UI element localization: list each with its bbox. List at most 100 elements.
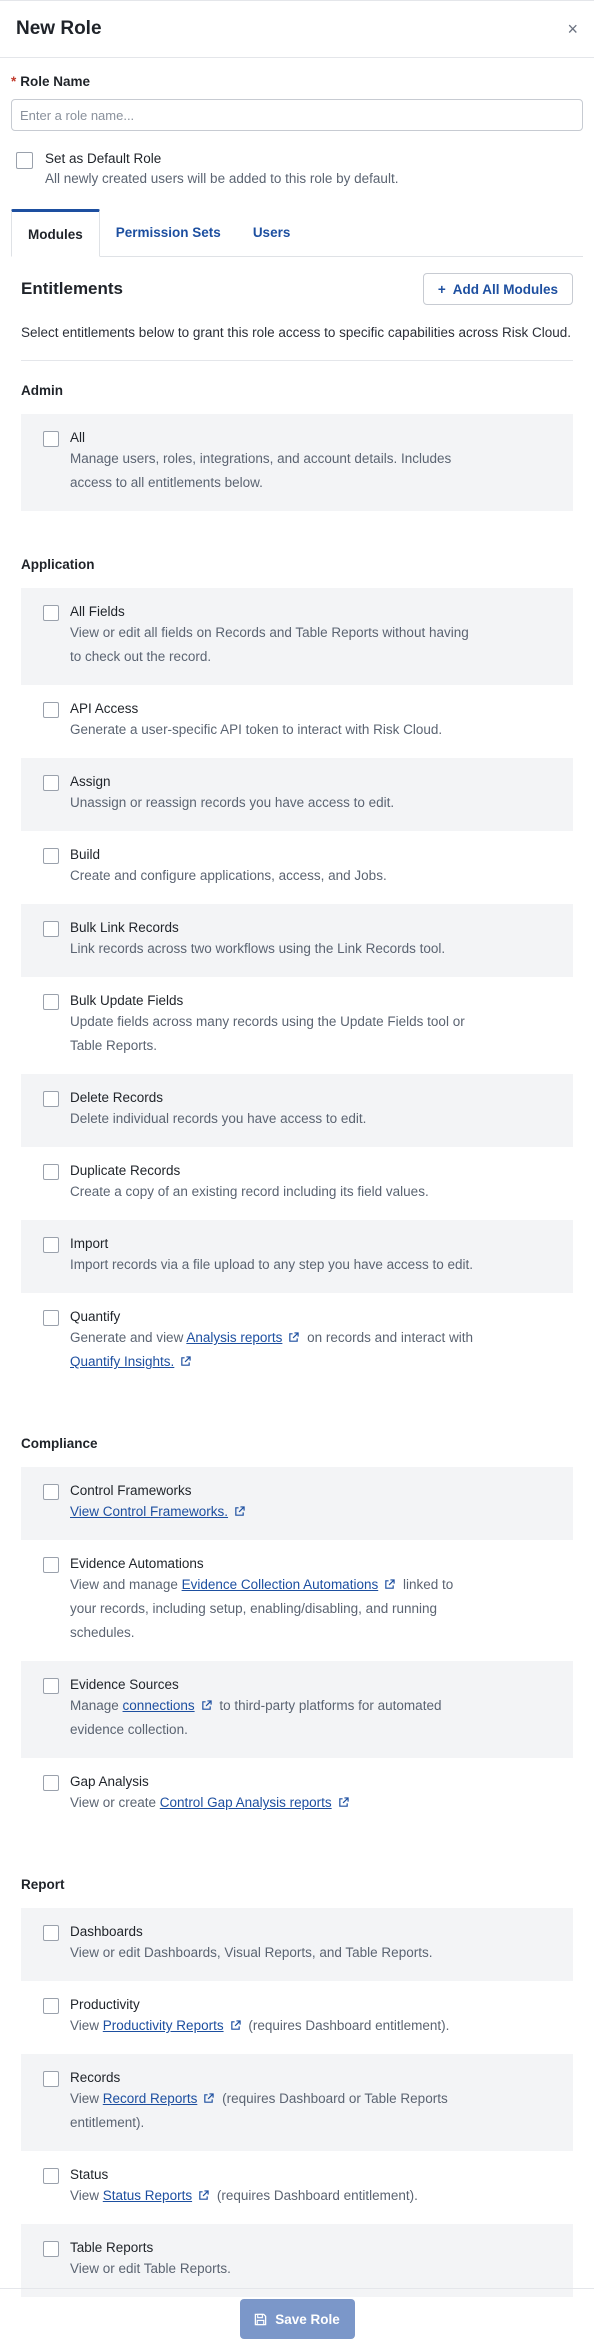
- entitlement-item: Build Create and configure applications,…: [21, 831, 573, 904]
- entitlement-item: All Manage users, roles, integrations, a…: [21, 414, 573, 511]
- entitlement-checkbox[interactable]: [43, 1164, 59, 1180]
- role-name-label: * Role Name: [11, 74, 583, 89]
- group-title-compliance: Compliance: [21, 1436, 98, 1451]
- tab-users[interactable]: Users: [237, 209, 307, 256]
- entitlement-description: Create and configure applications, acces…: [70, 868, 387, 883]
- entitlement-title: Bulk Link Records: [70, 920, 179, 935]
- entitlement-description: Link records across two workflows using …: [70, 941, 446, 956]
- entitlement-item: Quantify Generate and view Analysis repo…: [21, 1293, 573, 1390]
- entitlement-item: Duplicate Records Create a copy of an ex…: [21, 1147, 573, 1220]
- entitlement-title: Dashboards: [70, 1924, 143, 1939]
- entitlement-description: Generate and view Analysis reports on re…: [70, 1330, 473, 1369]
- entitlements-header: Entitlements + Add All Modules: [21, 273, 573, 305]
- entitlement-title: All Fields: [70, 604, 125, 619]
- control-frameworks-link[interactable]: View Control Frameworks.: [70, 1504, 228, 1519]
- entitlement-title: Bulk Update Fields: [70, 993, 184, 1008]
- plus-icon: +: [437, 281, 446, 297]
- entitlement-item: Assign Unassign or reassign records you …: [21, 758, 573, 831]
- close-icon[interactable]: ×: [567, 20, 578, 38]
- entitlement-title: Duplicate Records: [70, 1163, 181, 1178]
- entitlement-title: Quantify: [70, 1309, 121, 1324]
- entitlement-description: Update fields across many records using …: [70, 1014, 465, 1053]
- external-link-icon: [230, 2020, 241, 2030]
- default-role-help: All newly created users will be added to…: [45, 171, 399, 186]
- save-role-label: Save Role: [275, 2311, 340, 2327]
- entitlement-item: Control Frameworks View Control Framewor…: [21, 1467, 573, 1540]
- entitlement-item: Bulk Link Records Link records across tw…: [21, 904, 573, 977]
- add-all-modules-button[interactable]: + Add All Modules: [422, 273, 573, 305]
- entitlement-checkbox[interactable]: [43, 2241, 59, 2257]
- tab-modules[interactable]: Modules: [11, 209, 100, 257]
- default-role-row: Set as Default Role All newly created us…: [11, 151, 583, 186]
- entitlement-checkbox[interactable]: [43, 994, 59, 1010]
- entitlement-title: API Access: [70, 701, 139, 716]
- entitlement-description: Delete individual records you have acces…: [70, 1111, 367, 1126]
- external-link-icon: [289, 1332, 300, 1342]
- entitlement-title: Evidence Automations: [70, 1556, 204, 1571]
- default-role-checkbox[interactable]: [16, 152, 33, 169]
- modal-title: New Role: [16, 18, 102, 39]
- entitlement-description: Generate a user-specific API token to in…: [70, 722, 443, 737]
- entitlement-title: Build: [70, 847, 101, 862]
- entitlement-checkbox[interactable]: [43, 1237, 59, 1253]
- entitlement-checkbox[interactable]: [43, 848, 59, 864]
- entitlement-checkbox[interactable]: [43, 605, 59, 621]
- entitlement-description: Create a copy of an existing record incl…: [70, 1184, 429, 1199]
- entitlement-item: Status View Status Reports (requires Das…: [21, 2151, 573, 2224]
- entitlement-item: All Fields View or edit all fields on Re…: [21, 588, 573, 685]
- entitlement-title: Gap Analysis: [70, 1774, 149, 1789]
- entitlement-title: Delete Records: [70, 1090, 164, 1105]
- external-link-icon: [338, 1797, 349, 1807]
- entitlement-checkbox[interactable]: [43, 921, 59, 937]
- entitlement-checkbox[interactable]: [43, 1925, 59, 1941]
- entitlement-description: View Record Reports (requires Dashboard …: [70, 2091, 448, 2130]
- entitlement-item: Productivity View Productivity Reports (…: [21, 1981, 573, 2054]
- entitlement-item: Evidence Automations View and manage Evi…: [21, 1540, 573, 1661]
- entitlement-item: Table Reports View or edit Table Reports…: [21, 2224, 573, 2297]
- role-name-input[interactable]: [11, 99, 583, 131]
- entitlement-title: All: [70, 430, 86, 445]
- quantify-insights-link[interactable]: Quantify Insights.: [70, 1354, 174, 1369]
- entitlement-checkbox[interactable]: [43, 1678, 59, 1694]
- entitlement-title: Status: [70, 2167, 109, 2182]
- entitlement-checkbox[interactable]: [43, 1484, 59, 1500]
- evidence-collection-automations-link[interactable]: Evidence Collection Automations: [182, 1577, 379, 1592]
- entitlements-title: Entitlements: [21, 279, 124, 298]
- productivity-reports-link[interactable]: Productivity Reports: [103, 2018, 224, 2033]
- entitlement-checkbox[interactable]: [43, 431, 59, 447]
- entitlement-checkbox[interactable]: [43, 2071, 59, 2087]
- entitlement-checkbox[interactable]: [43, 1775, 59, 1791]
- status-reports-link[interactable]: Status Reports: [103, 2188, 192, 2203]
- modules-panel: Entitlements + Add All Modules Select en…: [0, 273, 594, 2297]
- entitlement-item: Evidence Sources Manage connections to t…: [21, 1661, 573, 1758]
- required-star: *: [11, 74, 17, 89]
- external-link-icon: [204, 2093, 215, 2103]
- entitlement-checkbox[interactable]: [43, 1091, 59, 1107]
- save-role-button[interactable]: Save Role: [239, 2299, 355, 2339]
- entitlement-checkbox[interactable]: [43, 1557, 59, 1573]
- entitlement-item: Import Import records via a file upload …: [21, 1220, 573, 1293]
- entitlement-checkbox[interactable]: [43, 1998, 59, 2014]
- entitlement-checkbox[interactable]: [43, 775, 59, 791]
- modal-header: New Role ×: [0, 0, 594, 58]
- floppy-disk-icon: [254, 2313, 267, 2325]
- group-title-report: Report: [21, 1877, 65, 1892]
- entitlement-description: Import records via a file upload to any …: [70, 1257, 473, 1272]
- entitlement-description: Manage users, roles, integrations, and a…: [70, 451, 452, 490]
- entitlement-description: View Status Reports (requires Dashboard …: [70, 2188, 418, 2203]
- analysis-reports-link[interactable]: Analysis reports: [186, 1330, 282, 1345]
- connections-link[interactable]: connections: [123, 1698, 195, 1713]
- entitlement-description: View or create Control Gap Analysis repo…: [70, 1791, 353, 1815]
- control-gap-analysis-link[interactable]: Control Gap Analysis reports: [160, 1795, 332, 1810]
- entitlement-title: Table Reports: [70, 2240, 154, 2255]
- group-title-admin: Admin: [21, 383, 63, 398]
- entitlement-checkbox[interactable]: [43, 702, 59, 718]
- tab-permission-sets[interactable]: Permission Sets: [100, 209, 237, 256]
- entitlement-item: Dashboards View or edit Dashboards, Visu…: [21, 1908, 573, 1981]
- entitlement-title: Records: [70, 2070, 121, 2085]
- record-reports-link[interactable]: Record Reports: [103, 2091, 198, 2106]
- entitlement-checkbox[interactable]: [43, 2168, 59, 2184]
- entitlement-checkbox[interactable]: [43, 1310, 59, 1326]
- entitlement-description: Unassign or reassign records you have ac…: [70, 795, 395, 810]
- entitlement-description: View and manage Evidence Collection Auto…: [70, 1577, 454, 1640]
